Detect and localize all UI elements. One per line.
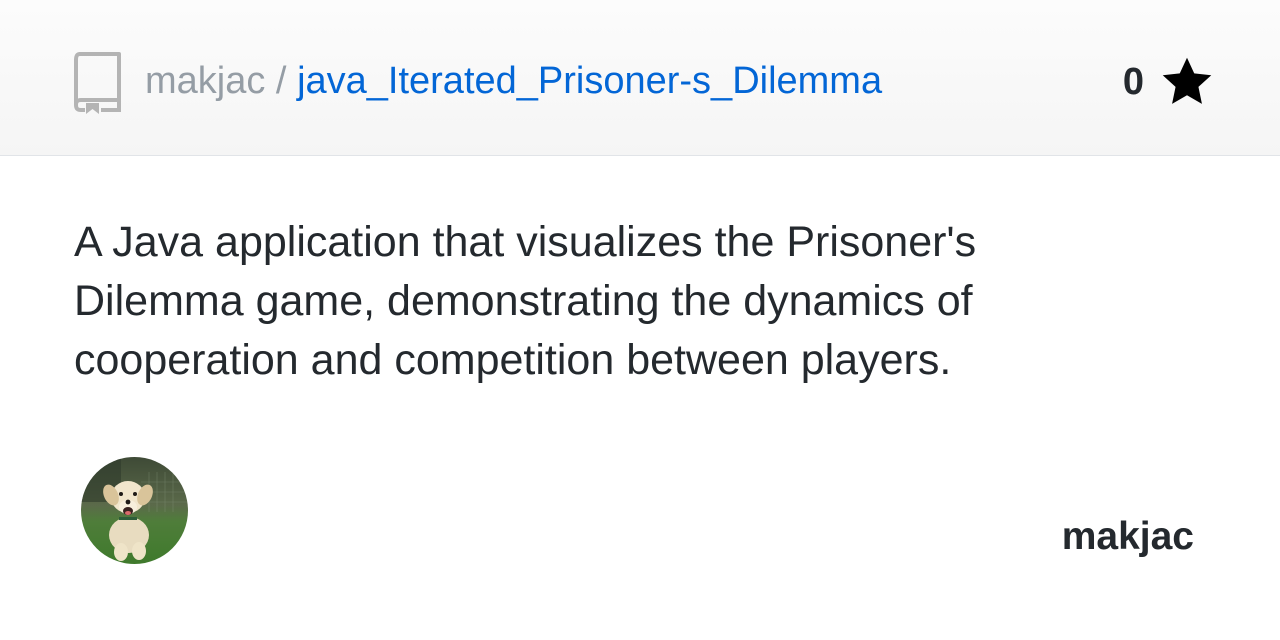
avatar-image xyxy=(81,457,188,564)
path-separator: / xyxy=(265,60,298,102)
repo-header: makjac / java_Iterated_Prisoner-s_Dilemm… xyxy=(0,0,1280,156)
repo-owner-link[interactable]: makjac xyxy=(145,60,265,102)
repo-breadcrumb: makjac / java_Iterated_Prisoner-s_Dilemm… xyxy=(145,58,882,104)
repo-name-link[interactable]: java_Iterated_Prisoner-s_Dilemma xyxy=(297,60,882,102)
star-count: 0 xyxy=(1122,60,1144,103)
star-button[interactable]: 0 xyxy=(1123,54,1216,110)
owner-username[interactable]: makjac xyxy=(1062,515,1194,559)
repo-description: A Java application that visualizes the P… xyxy=(74,218,977,384)
repo-book-icon xyxy=(74,52,121,114)
avatar[interactable] xyxy=(81,457,188,564)
star-icon xyxy=(1162,57,1212,104)
